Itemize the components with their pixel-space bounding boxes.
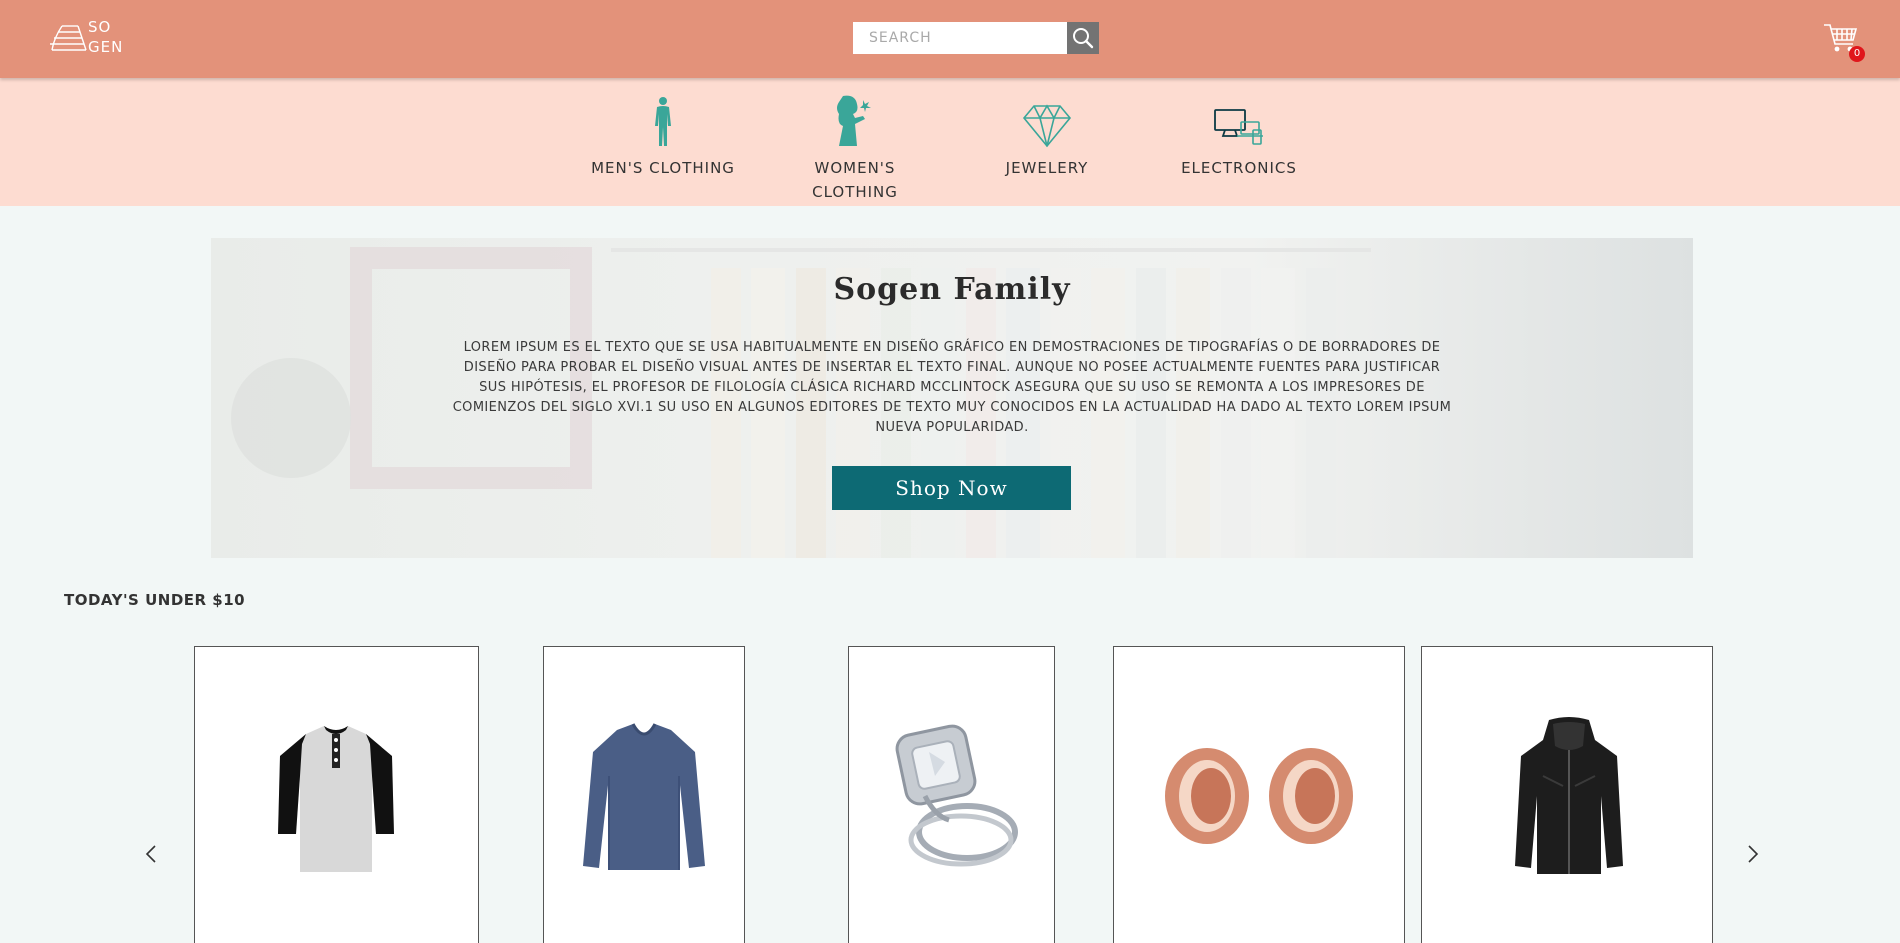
henley-shirt-image xyxy=(276,716,396,876)
cart-button[interactable]: 0 xyxy=(1822,20,1865,62)
carousel-next-button[interactable] xyxy=(1741,842,1765,866)
category-womens-clothing[interactable]: WOMEN'S CLOTHING xyxy=(780,92,930,204)
cart-count-badge: 0 xyxy=(1849,46,1865,62)
shop-now-button[interactable]: Shop Now xyxy=(832,466,1071,510)
category-mens-clothing[interactable]: MEN'S CLOTHING xyxy=(588,92,738,180)
category-bar: MEN'S CLOTHING WOMEN'S CLOTHING JEWELERY… xyxy=(0,78,1900,206)
category-label: JEWELERY xyxy=(1005,159,1089,177)
woman-silhouette-icon xyxy=(780,92,930,148)
rose-gold-plugs-image xyxy=(1159,738,1359,854)
product-card[interactable] xyxy=(543,646,745,943)
black-jacket-image xyxy=(1513,716,1625,878)
man-silhouette-icon xyxy=(588,92,738,148)
logo-text-line2: GEN xyxy=(88,38,124,56)
category-label: WOMEN'S CLOTHING xyxy=(812,159,898,201)
carousel-prev-button[interactable] xyxy=(139,842,163,866)
search-button[interactable] xyxy=(1067,22,1099,54)
hero-banner: Sogen Family Lorem ipsum es el texto que… xyxy=(211,238,1693,558)
product-card[interactable] xyxy=(194,646,479,943)
product-card[interactable] xyxy=(1421,646,1713,943)
hero-description: Lorem ipsum es el texto que se usa habit… xyxy=(452,340,1452,435)
devices-icon xyxy=(1164,92,1314,148)
product-card[interactable] xyxy=(848,646,1055,943)
logo[interactable]: SO GEN xyxy=(48,18,138,58)
top-bar: SO GEN 0 xyxy=(0,0,1900,78)
category-label: ELECTRONICS xyxy=(1181,159,1297,177)
category-label: MEN'S CLOTHING xyxy=(591,159,735,177)
logo-text-line1: SO xyxy=(88,18,112,36)
section-title: TODAY'S UNDER $10 xyxy=(64,591,246,609)
product-card[interactable] xyxy=(1113,646,1405,943)
logo-icon xyxy=(50,25,87,51)
diamond-ring-image xyxy=(885,716,1021,876)
category-jewelery[interactable]: JEWELERY xyxy=(972,92,1122,180)
search-bar xyxy=(853,22,1099,54)
chevron-left-icon xyxy=(145,845,156,863)
chevron-right-icon xyxy=(1748,845,1759,863)
category-electronics[interactable]: ELECTRONICS xyxy=(1164,92,1314,180)
blue-sweater-image xyxy=(581,716,707,876)
diamond-icon xyxy=(972,92,1122,148)
search-input[interactable] xyxy=(853,22,1067,54)
hero-title: Sogen Family xyxy=(833,272,1071,307)
search-icon xyxy=(1073,28,1094,49)
